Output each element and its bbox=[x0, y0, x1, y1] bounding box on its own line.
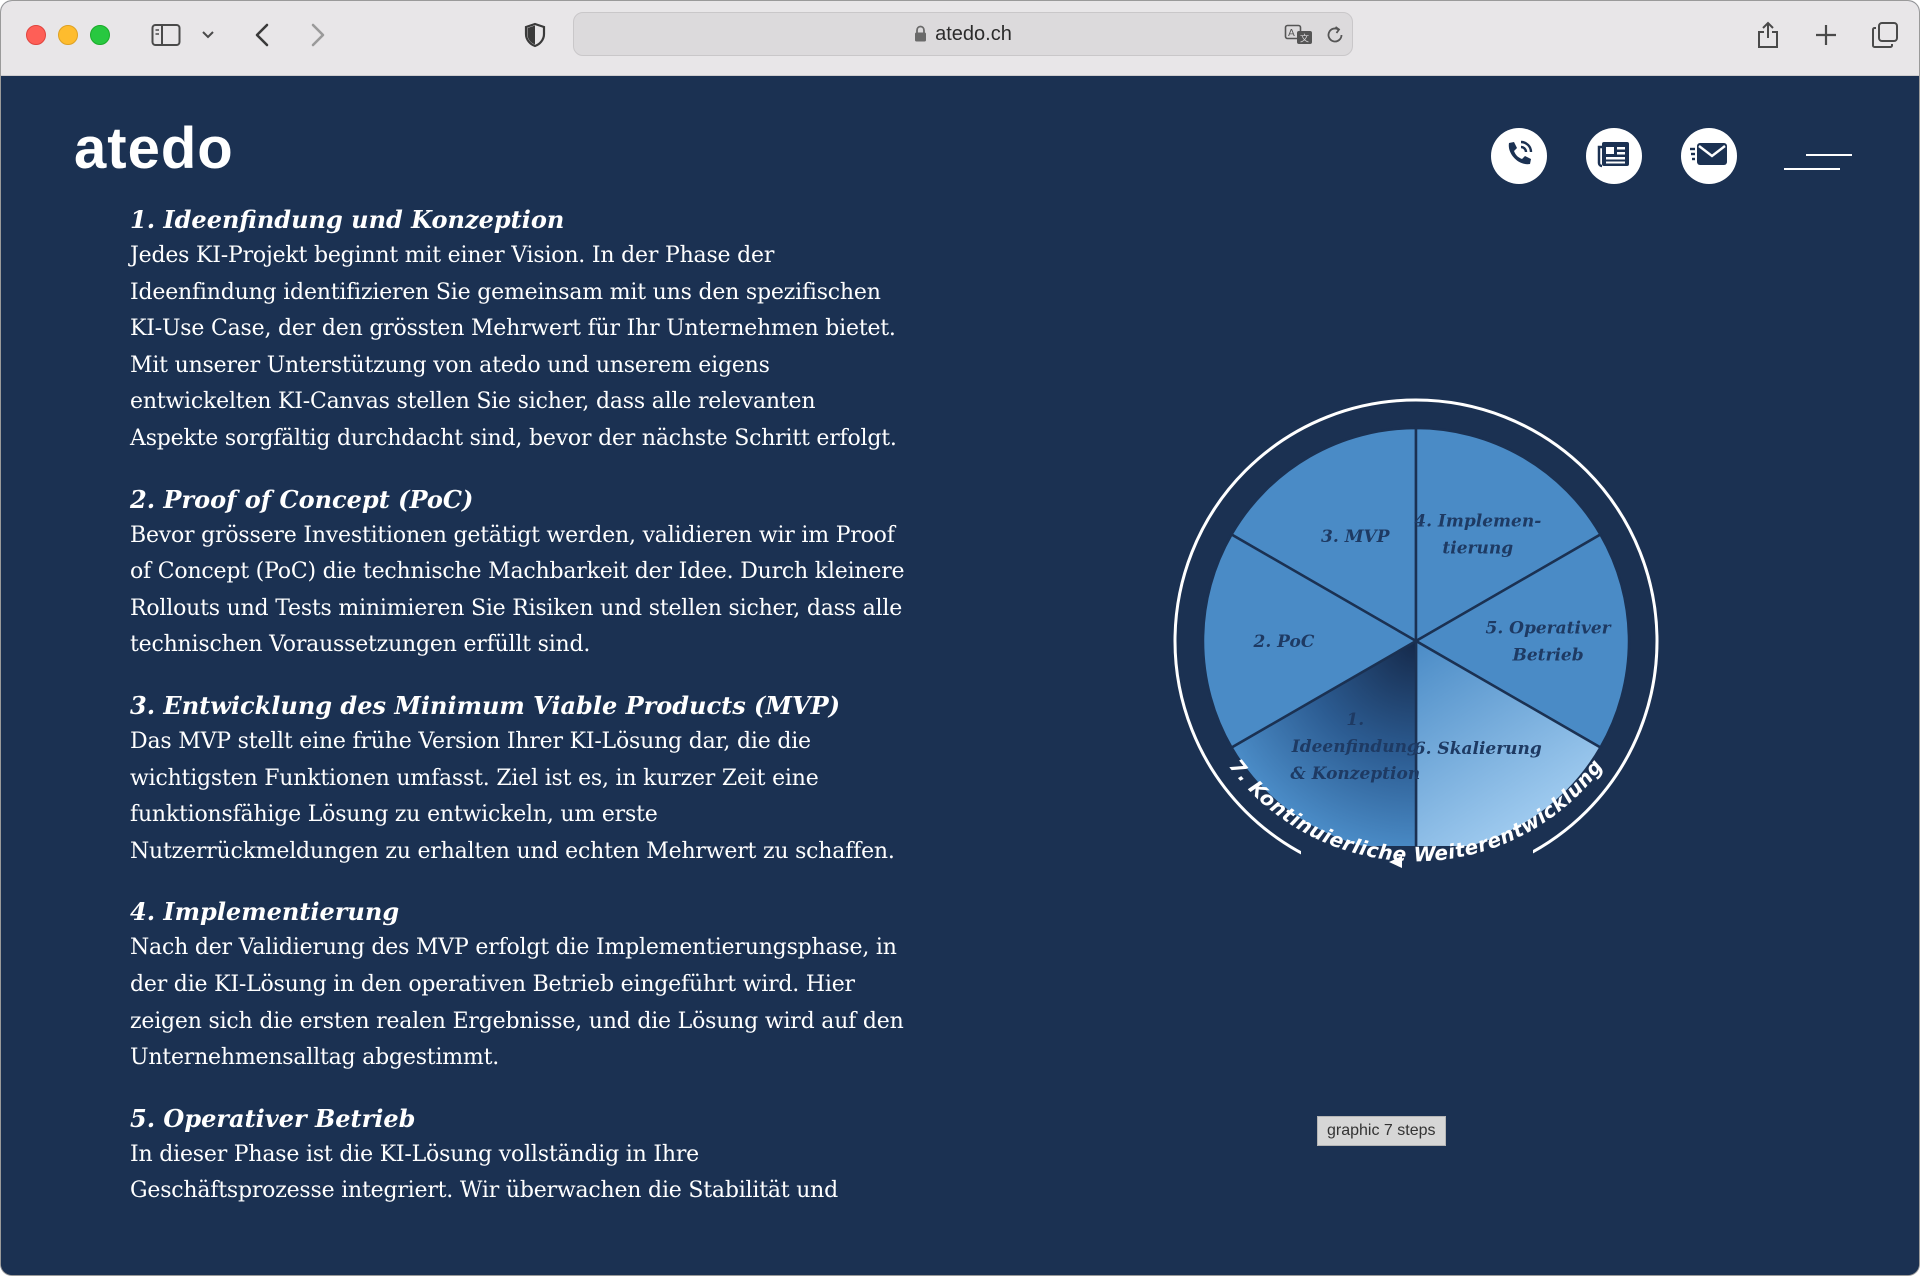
translate-icon[interactable]: A文 bbox=[1282, 17, 1316, 53]
shield-icon[interactable] bbox=[521, 17, 549, 53]
section-implementation: 4. Implementierung Nach der Validierung … bbox=[130, 894, 910, 1076]
lock-icon bbox=[914, 15, 927, 57]
browser-window: atedo.ch A文 atedo 1. Ideenfindung und Ko… bbox=[0, 0, 1920, 1276]
page: atedo 1. Ideenfindung und Konzeption Jed… bbox=[1, 76, 1919, 1275]
phone-button[interactable] bbox=[1491, 128, 1547, 184]
section-title: 3. Entwicklung des Minimum Viable Produc… bbox=[130, 690, 841, 720]
section-body: Jedes KI-Projekt beginnt mit einer Visio… bbox=[130, 243, 897, 451]
new-tab-icon[interactable] bbox=[1809, 17, 1843, 53]
section-body: Nach der Validierung des MVP erfolgt die… bbox=[130, 935, 904, 1071]
segment-mvp-label: 3. MVP bbox=[1321, 527, 1391, 547]
section-ideation: 1. Ideenfindung und Konzeption Jedes KI-… bbox=[130, 202, 910, 458]
browser-toolbar: atedo.ch A文 bbox=[1, 1, 1919, 76]
section-title: 2. Proof of Concept (PoC) bbox=[130, 484, 474, 514]
phone-icon bbox=[1500, 135, 1538, 177]
address-bar[interactable]: atedo.ch A文 bbox=[573, 12, 1353, 56]
process-wheel-diagram: 3. MVP 4. Implemen-tierung 5. Operativer Be… bbox=[1161, 366, 1681, 906]
section-operation: 5. Operativer Betrieb In dieser Phase is… bbox=[130, 1101, 910, 1210]
chevron-down-icon[interactable] bbox=[197, 17, 219, 53]
section-title: 5. Operativer Betrieb bbox=[130, 1103, 416, 1133]
menu-icon[interactable] bbox=[1784, 152, 1852, 172]
section-mvp: 3. Entwicklung des Minimum Viable Produc… bbox=[130, 688, 910, 870]
section-title: 1. Ideenfindung und Konzeption bbox=[130, 205, 565, 234]
back-icon[interactable] bbox=[247, 17, 277, 53]
tabs-overview-icon[interactable] bbox=[1867, 17, 1903, 53]
atedo-logo[interactable]: atedo bbox=[74, 120, 234, 178]
sidebar-toggle-icon[interactable] bbox=[149, 17, 183, 53]
url-text: atedo.ch bbox=[935, 23, 1012, 45]
mail-icon bbox=[1689, 139, 1729, 173]
minimize-window-button[interactable] bbox=[58, 25, 78, 45]
image-caption: graphic 7 steps bbox=[1317, 1116, 1446, 1146]
section-body: In dieser Phase ist die KI-Lösung vollst… bbox=[130, 1141, 839, 1204]
section-body: Das MVP stellt eine frühe Version Ihrer … bbox=[130, 728, 895, 864]
forward-icon[interactable] bbox=[303, 17, 333, 53]
reload-icon[interactable] bbox=[1322, 17, 1348, 53]
close-window-button[interactable] bbox=[26, 25, 46, 45]
section-body: Bevor grössere Investitionen getätigt we… bbox=[130, 522, 905, 658]
zoom-window-button[interactable] bbox=[90, 25, 110, 45]
segment-scaling-label: 6. Skalierung bbox=[1414, 739, 1542, 759]
section-title: 4. Implementierung bbox=[130, 897, 400, 927]
svg-text:A: A bbox=[1288, 28, 1295, 39]
news-button[interactable] bbox=[1586, 128, 1642, 184]
process-text: 1. Ideenfindung und Konzeption Jedes KI-… bbox=[130, 202, 910, 1234]
section-poc: 2. Proof of Concept (PoC) Bevor grössere… bbox=[130, 482, 910, 664]
share-icon[interactable] bbox=[1751, 17, 1785, 53]
segment-poc-label: 2. PoC bbox=[1253, 632, 1315, 652]
news-icon bbox=[1596, 139, 1632, 173]
svg-text:文: 文 bbox=[1300, 33, 1309, 45]
mail-button[interactable] bbox=[1681, 128, 1737, 184]
